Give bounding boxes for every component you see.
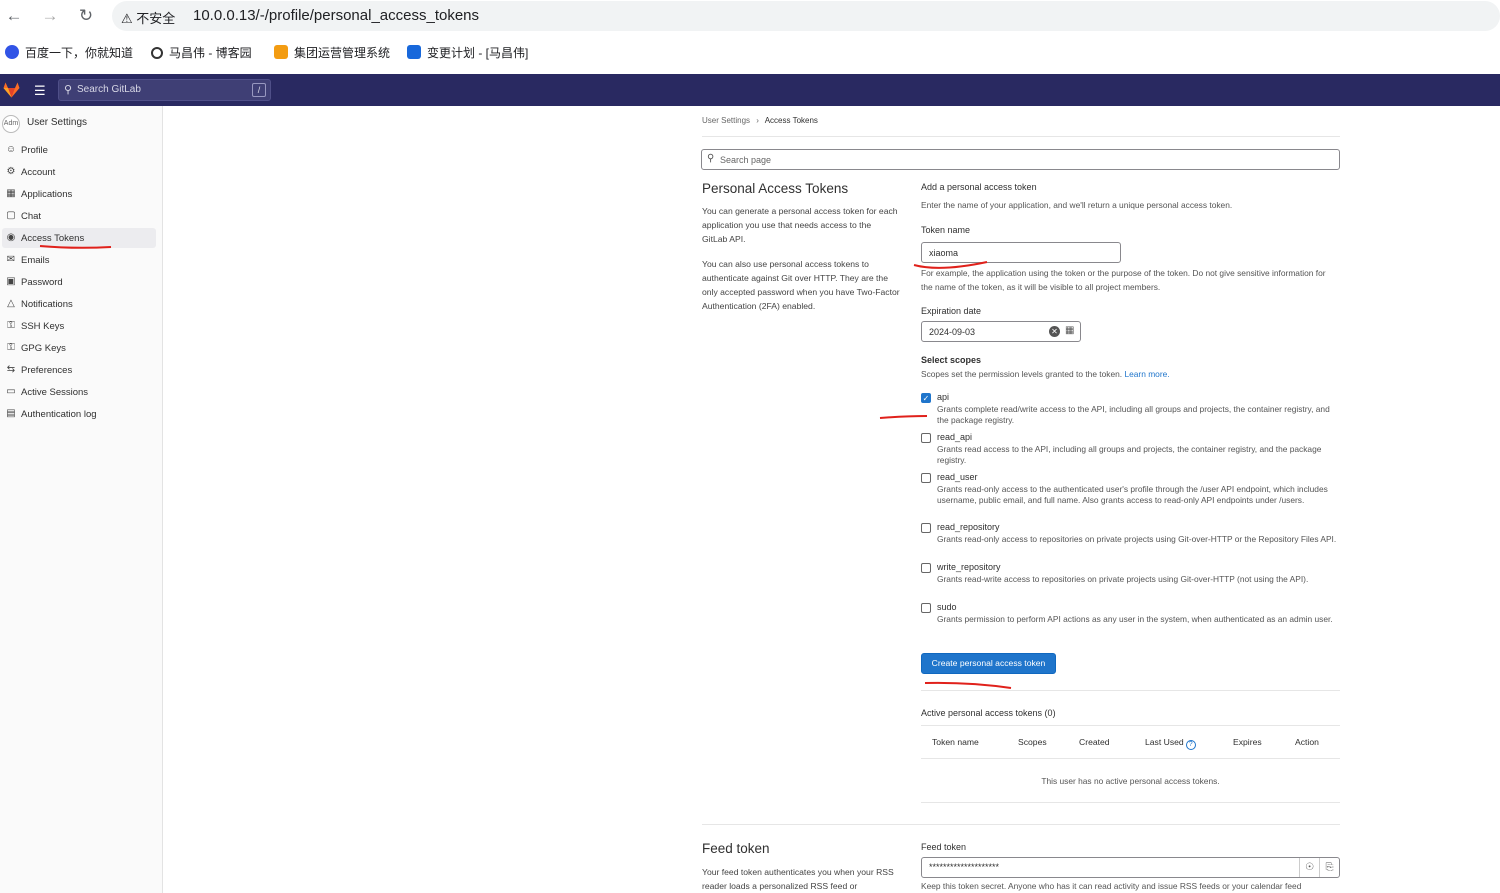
annotation-marks bbox=[39, 245, 1012, 689]
annotation-underline-sidebar bbox=[39, 245, 112, 249]
annotation-underline-api bbox=[879, 415, 928, 419]
annotation-underline-create bbox=[924, 681, 1012, 689]
annotation-underline-token-name bbox=[913, 261, 988, 269]
